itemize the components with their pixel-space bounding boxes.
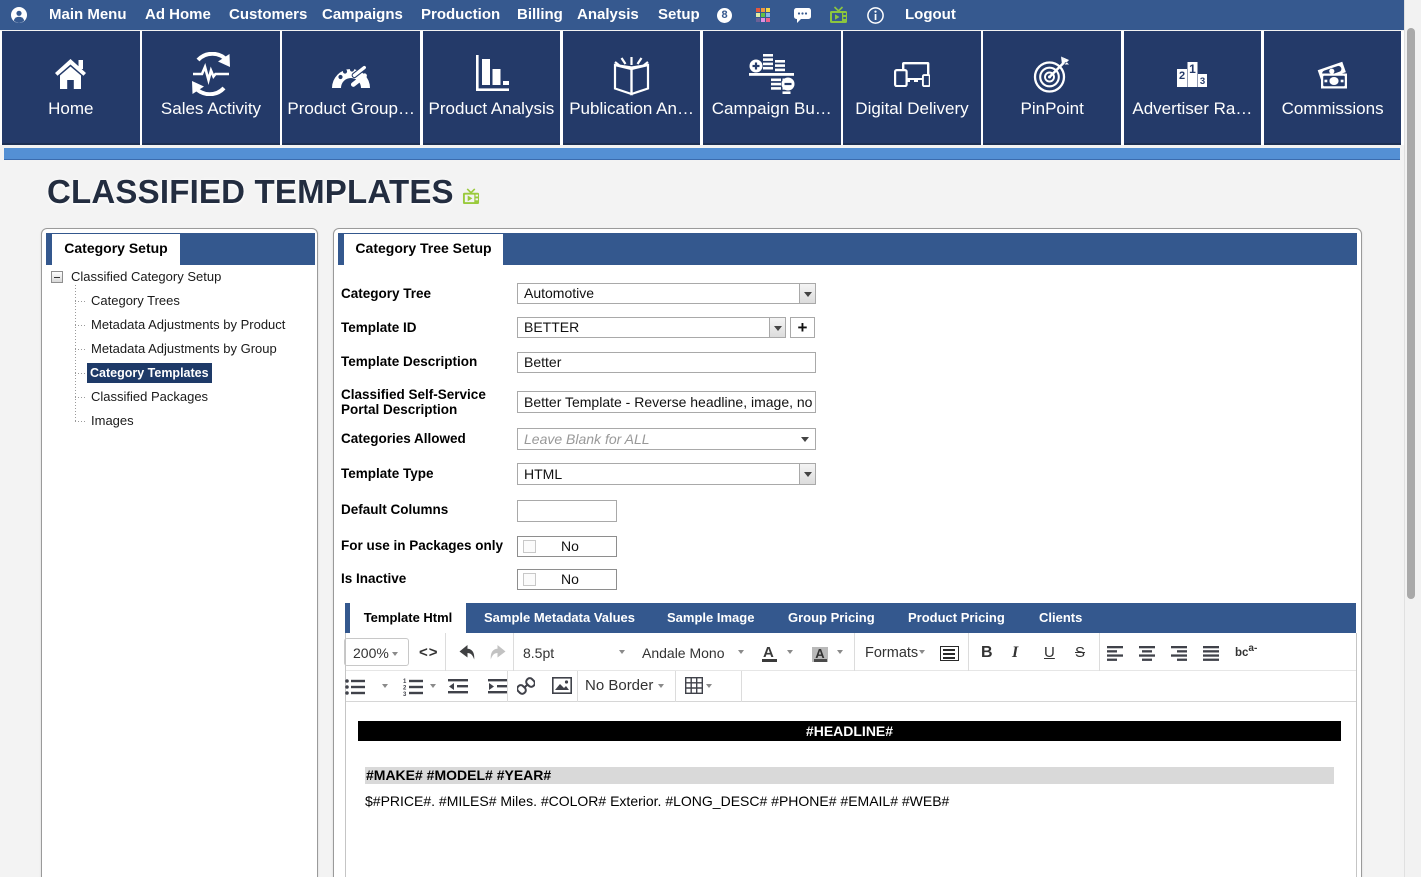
svg-text:3: 3: [1200, 76, 1205, 87]
svg-text:3: 3: [403, 692, 407, 696]
svg-text:2: 2: [403, 686, 407, 692]
svg-text:1: 1: [403, 679, 407, 685]
svg-text:1: 1: [1190, 62, 1197, 76]
svg-text:2: 2: [1179, 70, 1185, 82]
